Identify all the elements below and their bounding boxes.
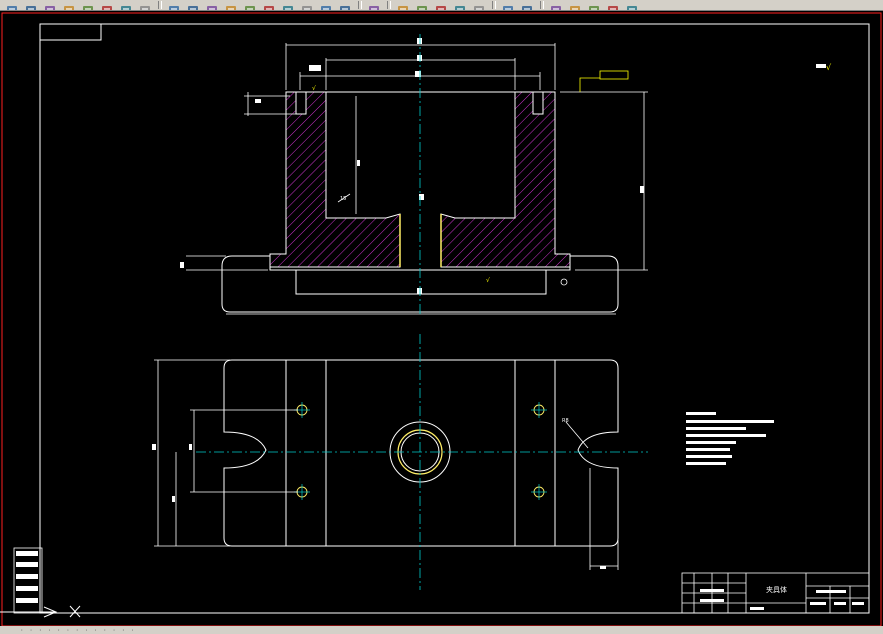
- plot-icon[interactable]: [80, 0, 96, 10]
- save-icon[interactable]: [23, 0, 39, 10]
- status-bar: · · · · · · · · · · · · ·: [0, 626, 883, 634]
- layer-state-icon[interactable]: [548, 0, 564, 10]
- undo-icon[interactable]: [223, 0, 239, 10]
- left-wall-hatch: [269, 91, 401, 268]
- design-center-icon[interactable]: [433, 0, 449, 10]
- front-section-view: 15 √ √: [180, 34, 648, 316]
- sun-icon[interactable]: [586, 0, 602, 10]
- zoom-realtime-icon[interactable]: [280, 0, 296, 10]
- color-square-icon[interactable]: [624, 0, 640, 10]
- svg-text:15: 15: [340, 196, 346, 202]
- redo-icon[interactable]: [242, 0, 258, 10]
- right-wall-hatch: [440, 91, 571, 268]
- drawing-canvas[interactable]: 15 √ √ R8 √ 夹具体: [0, 11, 883, 634]
- top-view: R8: [152, 334, 648, 590]
- drawing-code-box: [39, 23, 102, 41]
- revision-table: [13, 547, 43, 614]
- zoom-previous-icon[interactable]: [318, 0, 334, 10]
- svg-text:√: √: [826, 63, 832, 72]
- svg-text:R8: R8: [562, 418, 569, 424]
- help-icon[interactable]: [500, 0, 516, 10]
- cut-icon[interactable]: [137, 0, 153, 10]
- technical-requirements: [686, 412, 774, 465]
- find-icon[interactable]: [118, 0, 134, 10]
- zoom-window-icon[interactable]: [299, 0, 315, 10]
- lock-icon[interactable]: [605, 0, 621, 10]
- surface-finish-note: √: [816, 63, 832, 72]
- toolbar-separator: [492, 1, 496, 9]
- paste-icon[interactable]: [185, 0, 201, 10]
- pan-icon[interactable]: [261, 0, 277, 10]
- bulb-icon[interactable]: [567, 0, 583, 10]
- layer-icon[interactable]: [519, 0, 535, 10]
- svg-text:√: √: [312, 85, 316, 92]
- toolbar-separator: [358, 1, 362, 9]
- sheet-outer-frame: [1, 12, 882, 627]
- toolbar-separator: [540, 1, 544, 9]
- dim-style-icon[interactable]: [366, 0, 382, 10]
- preview-icon[interactable]: [61, 0, 77, 10]
- copy-icon[interactable]: [166, 0, 182, 10]
- open-icon[interactable]: [4, 0, 20, 10]
- text-style-icon[interactable]: [337, 0, 353, 10]
- toolbar-separator: [158, 1, 162, 9]
- svg-text:√: √: [486, 277, 490, 284]
- print-icon[interactable]: [42, 0, 58, 10]
- publish-icon[interactable]: [99, 0, 115, 10]
- table-style-icon[interactable]: [395, 0, 411, 10]
- title-block-name: 夹具体: [766, 585, 787, 594]
- properties-icon[interactable]: [414, 0, 430, 10]
- calculator-icon[interactable]: [471, 0, 487, 10]
- toolbar-separator: [387, 1, 391, 9]
- toolbar: [0, 0, 883, 11]
- drawing-border: [39, 23, 870, 614]
- match-icon[interactable]: [204, 0, 220, 10]
- tool-palette-icon[interactable]: [452, 0, 468, 10]
- status-indicator: · · · · · · · · · · · · ·: [20, 627, 136, 634]
